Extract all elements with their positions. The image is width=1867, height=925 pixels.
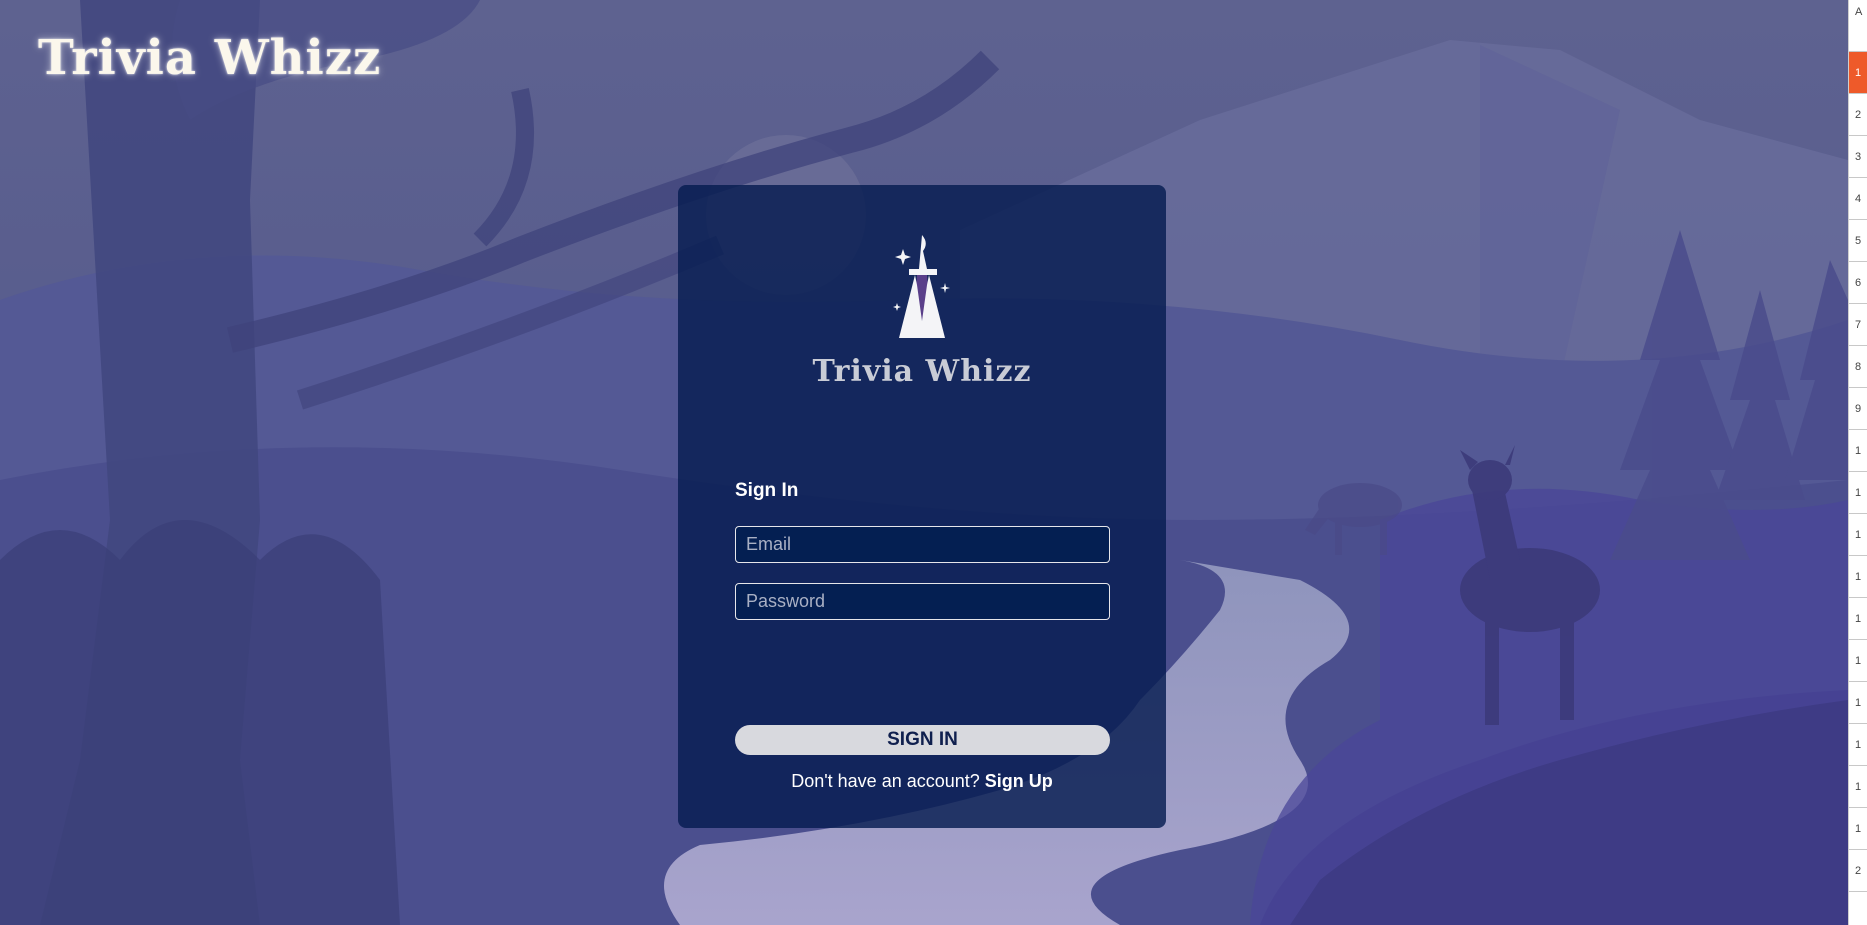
side-panel-row[interactable]: 9	[1849, 388, 1867, 430]
side-panel-row[interactable]: 3	[1849, 136, 1867, 178]
side-panel: A 1 2 3 4 5 6 7 8 9 1 1 1 1 1 1 1 1 1 1 …	[1848, 0, 1867, 925]
sign-in-heading: Sign In	[735, 480, 799, 501]
side-panel-row[interactable]: 6	[1849, 262, 1867, 304]
side-panel-row[interactable]: 1	[1849, 682, 1867, 724]
logo: Trivia Whizz	[678, 233, 1166, 389]
side-panel-row[interactable]: 4	[1849, 178, 1867, 220]
side-panel-row[interactable]: 1	[1849, 724, 1867, 766]
side-panel-row[interactable]: 2	[1849, 94, 1867, 136]
side-panel-row[interactable]: 5	[1849, 220, 1867, 262]
side-panel-row[interactable]: 1	[1849, 472, 1867, 514]
sign-in-button[interactable]: SIGN IN	[735, 725, 1110, 755]
side-panel-row[interactable]: 7	[1849, 304, 1867, 346]
side-panel-row[interactable]: 8	[1849, 346, 1867, 388]
logo-text: Trivia Whizz	[812, 354, 1032, 389]
signup-prompt-text: Don't have an account?	[791, 771, 980, 791]
sign-in-card: Trivia Whizz Sign In SIGN IN Don't have …	[678, 185, 1166, 828]
side-panel-row[interactable]: 1	[1849, 598, 1867, 640]
side-panel-row[interactable]: 2	[1849, 850, 1867, 892]
side-panel-header: A	[1849, 0, 1867, 52]
sign-up-link[interactable]: Sign Up	[985, 771, 1053, 791]
side-panel-row[interactable]: 1	[1849, 430, 1867, 472]
side-panel-row[interactable]: 1	[1849, 808, 1867, 850]
password-field[interactable]	[735, 583, 1110, 620]
side-panel-row[interactable]: 1	[1849, 514, 1867, 556]
wizard-hat-icon	[893, 235, 950, 338]
email-field[interactable]	[735, 526, 1110, 563]
side-panel-row[interactable]: 1	[1849, 556, 1867, 598]
side-panel-row[interactable]: 1	[1849, 640, 1867, 682]
side-panel-row[interactable]: 1	[1849, 52, 1867, 94]
side-panel-row[interactable]: 1	[1849, 766, 1867, 808]
site-title: Trivia Whizz	[38, 30, 382, 86]
signup-prompt-line: Don't have an account? Sign Up	[678, 771, 1166, 792]
